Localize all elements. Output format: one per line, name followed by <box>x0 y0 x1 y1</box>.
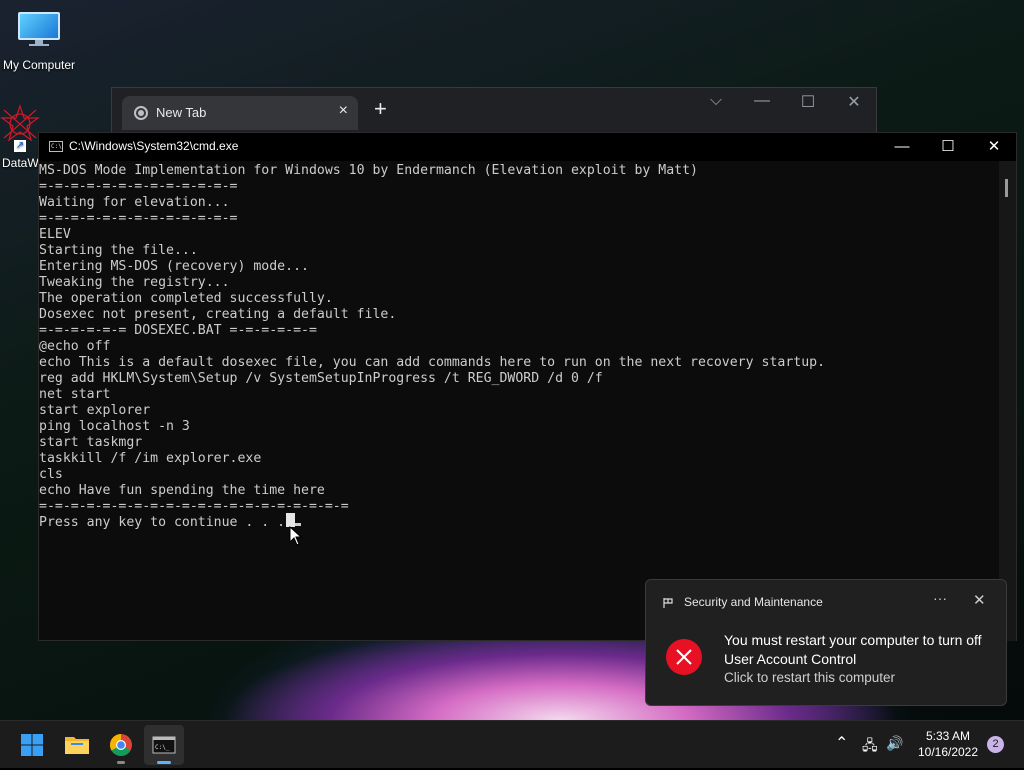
folder-icon <box>65 737 89 754</box>
chrome-window[interactable]: New Tab × + ⌵ — ☐ ✕ <box>111 87 877 137</box>
taskbar: C:\_ ⌃ 🖧 🔊 5:33 AM 10/16/2022 <box>0 720 1024 768</box>
toast-app-name: Security and Maintenance <box>684 595 823 609</box>
console-line: Dosexec not present, creating a default … <box>39 307 397 322</box>
console-line: Entering MS-DOS (recovery) mode... <box>39 259 309 274</box>
toast-action-link[interactable]: Click to restart this computer <box>724 670 895 685</box>
cmd-titlebar[interactable]: C:\ C:\Windows\System32\cmd.exe — ☐ ✕ <box>39 133 1016 161</box>
console-line: taskkill /f /im explorer.exe <box>39 451 262 466</box>
console-line: Starting the file... <box>39 243 198 258</box>
scrollbar-thumb[interactable] <box>1005 179 1008 197</box>
cmd-window[interactable]: C:\ C:\Windows\System32\cmd.exe — ☐ ✕ MS… <box>38 132 1017 641</box>
svg-text:C:\_: C:\_ <box>155 744 170 751</box>
console-line: @echo off <box>39 339 111 354</box>
chrome-minimize-button[interactable]: — <box>742 92 782 110</box>
chrome-close-button[interactable]: ✕ <box>834 92 874 112</box>
shortcut-arrow-icon: ↗ <box>14 140 26 152</box>
volume-icon[interactable]: 🔊 <box>886 735 903 752</box>
console-line: reg add HKLM\System\Setup /v SystemSetup… <box>39 371 603 386</box>
network-icon[interactable]: 🖧 <box>862 735 878 759</box>
error-icon <box>666 639 702 675</box>
console-line: start explorer <box>39 403 151 418</box>
console-line: The operation completed successfully. <box>39 291 333 306</box>
clock-date: 10/16/2022 <box>917 745 979 759</box>
start-button[interactable] <box>12 725 52 765</box>
cmd-minimize-button[interactable]: — <box>879 133 925 161</box>
tab-search-icon[interactable]: ⌵ <box>696 92 736 110</box>
active-indicator <box>157 761 171 764</box>
cmd-taskbar-button[interactable]: C:\_ <box>144 725 184 765</box>
console-line: start taskmgr <box>39 435 143 450</box>
console-line: Tweaking the registry... <box>39 275 230 290</box>
console-line: net start <box>39 387 111 402</box>
clock-time: 5:33 AM <box>925 729 971 743</box>
chrome-tab-title: New Tab <box>156 105 207 120</box>
text-selection-block <box>286 513 295 527</box>
cmd-icon: C:\ <box>49 141 63 152</box>
notification-count-badge[interactable]: 2 <box>987 736 1004 753</box>
cmd-maximize-button[interactable]: ☐ <box>925 133 971 161</box>
console-line: ping localhost -n 3 <box>39 419 190 434</box>
console-line: Waiting for elevation... <box>39 195 230 210</box>
running-indicator <box>117 761 125 764</box>
console-line: ELEV <box>39 227 71 242</box>
more-options-icon[interactable]: ··· <box>933 590 947 606</box>
security-flag-icon <box>663 598 673 608</box>
console-line: Press any key to continue . . . <box>39 515 999 531</box>
toast-message-line2: User Account Control <box>724 651 857 667</box>
chrome-tab-new-tab[interactable]: New Tab × <box>122 96 358 130</box>
desktop-icon-dataw[interactable]: ↗ DataW <box>0 104 40 170</box>
desktop-icon-my-computer[interactable]: My Computer <box>2 12 76 72</box>
chrome-taskbar-button[interactable] <box>101 725 141 765</box>
console-line: =-=-=-=-=-=-=-=-=-=-=-=-= <box>39 211 238 226</box>
console-line: =-=-=-=-=-=-=-=-=-=-=-=-= <box>39 179 238 194</box>
console-output[interactable]: MS-DOS Mode Implementation for Windows 1… <box>39 163 999 641</box>
desktop-icon-label: DataW <box>2 156 39 170</box>
console-line: =-=-=-=-=-= DOSEXEC.BAT =-=-=-=-=-= <box>39 323 317 338</box>
notification-toast[interactable]: Security and Maintenance ··· ✕ You must … <box>645 579 1007 706</box>
mouse-pointer-icon <box>289 526 303 546</box>
console-line: echo This is a default dosexec file, you… <box>39 355 826 370</box>
taskbar-clock[interactable]: 5:33 AM 10/16/2022 <box>912 728 984 760</box>
console-line: MS-DOS Mode Implementation for Windows 1… <box>39 163 698 178</box>
toast-message-line1: You must restart your computer to turn o… <box>724 632 982 648</box>
console-line: =-=-=-=-=-=-=-=-=-=-=-=-=-=-=-=-=-=-=-= <box>39 499 349 514</box>
show-hidden-icons-chevron-icon[interactable]: ⌃ <box>835 733 848 753</box>
close-tab-icon[interactable]: × <box>339 102 348 120</box>
toast-close-button[interactable]: ✕ <box>973 591 986 609</box>
chrome-maximize-button[interactable]: ☐ <box>788 92 828 112</box>
monitor-icon <box>18 12 60 46</box>
windows-logo-icon <box>21 734 43 756</box>
cmd-title: C:\Windows\System32\cmd.exe <box>69 139 239 153</box>
terminal-icon: C:\_ <box>152 736 176 754</box>
console-line: cls <box>39 467 63 482</box>
new-tab-button[interactable]: + <box>374 98 387 120</box>
cmd-scrollbar[interactable] <box>999 161 1016 641</box>
cmd-close-button[interactable]: ✕ <box>971 133 1017 161</box>
desktop-icon-label: My Computer <box>2 58 76 72</box>
chrome-favicon-icon <box>134 106 148 120</box>
star-burst-icon <box>0 104 40 142</box>
console-line: echo Have fun spending the time here <box>39 483 325 498</box>
file-explorer-button[interactable] <box>57 725 97 765</box>
chrome-icon <box>110 734 132 756</box>
